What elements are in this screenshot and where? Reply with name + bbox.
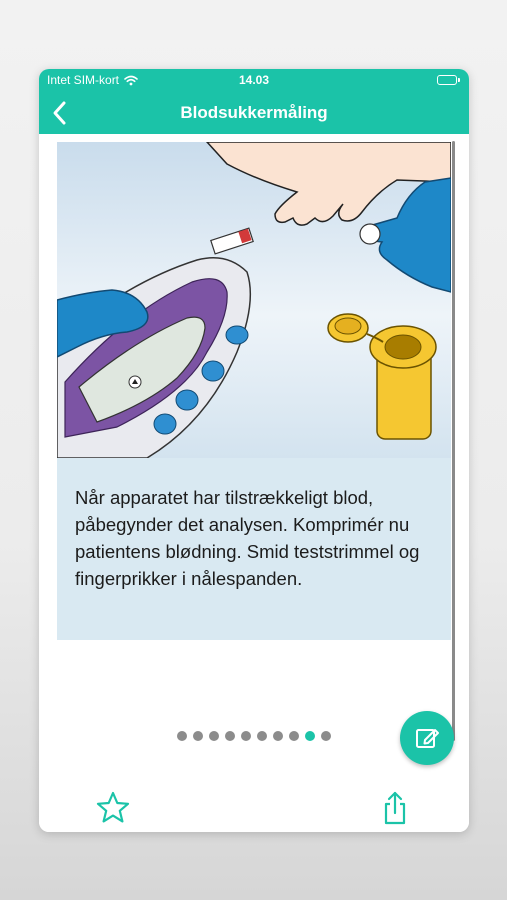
page-dot[interactable] <box>177 731 187 741</box>
page-dot[interactable] <box>257 731 267 741</box>
page-dot[interactable] <box>193 731 203 741</box>
step-illustration <box>57 142 451 458</box>
edit-note-icon <box>416 729 439 748</box>
page-dot[interactable] <box>321 731 331 741</box>
star-icon <box>96 791 130 823</box>
step-content: Når apparatet har tilstrækkeligt blod, p… <box>39 134 469 784</box>
page-dot[interactable] <box>305 731 315 741</box>
glucose-meter-illustration <box>57 142 451 458</box>
page-dot[interactable] <box>241 731 251 741</box>
share-button[interactable] <box>377 790 413 826</box>
add-note-button[interactable] <box>400 711 454 765</box>
page-dot[interactable] <box>289 731 299 741</box>
scrollbar[interactable] <box>452 141 455 741</box>
share-icon <box>384 791 406 825</box>
header-bar: Intet SIM-kort 14.03 Blodsukkermåling <box>39 69 469 134</box>
status-time: 14.03 <box>238 73 270 87</box>
step-description: Når apparatet har tilstrækkeligt blod, p… <box>75 487 420 589</box>
bottom-toolbar <box>39 784 469 832</box>
page-title: Blodsukkermåling <box>180 103 328 122</box>
page-dot[interactable] <box>209 731 219 741</box>
step-description-panel: Når apparatet har tilstrækkeligt blod, p… <box>57 458 451 640</box>
app-window: Intet SIM-kort 14.03 Blodsukkermåling Nå… <box>39 69 469 832</box>
page-dot[interactable] <box>273 731 283 741</box>
favorite-button[interactable] <box>95 790 131 826</box>
page-dot[interactable] <box>225 731 235 741</box>
battery-icon <box>437 75 460 85</box>
status-bar: Intet SIM-kort 14.03 <box>39 69 469 91</box>
